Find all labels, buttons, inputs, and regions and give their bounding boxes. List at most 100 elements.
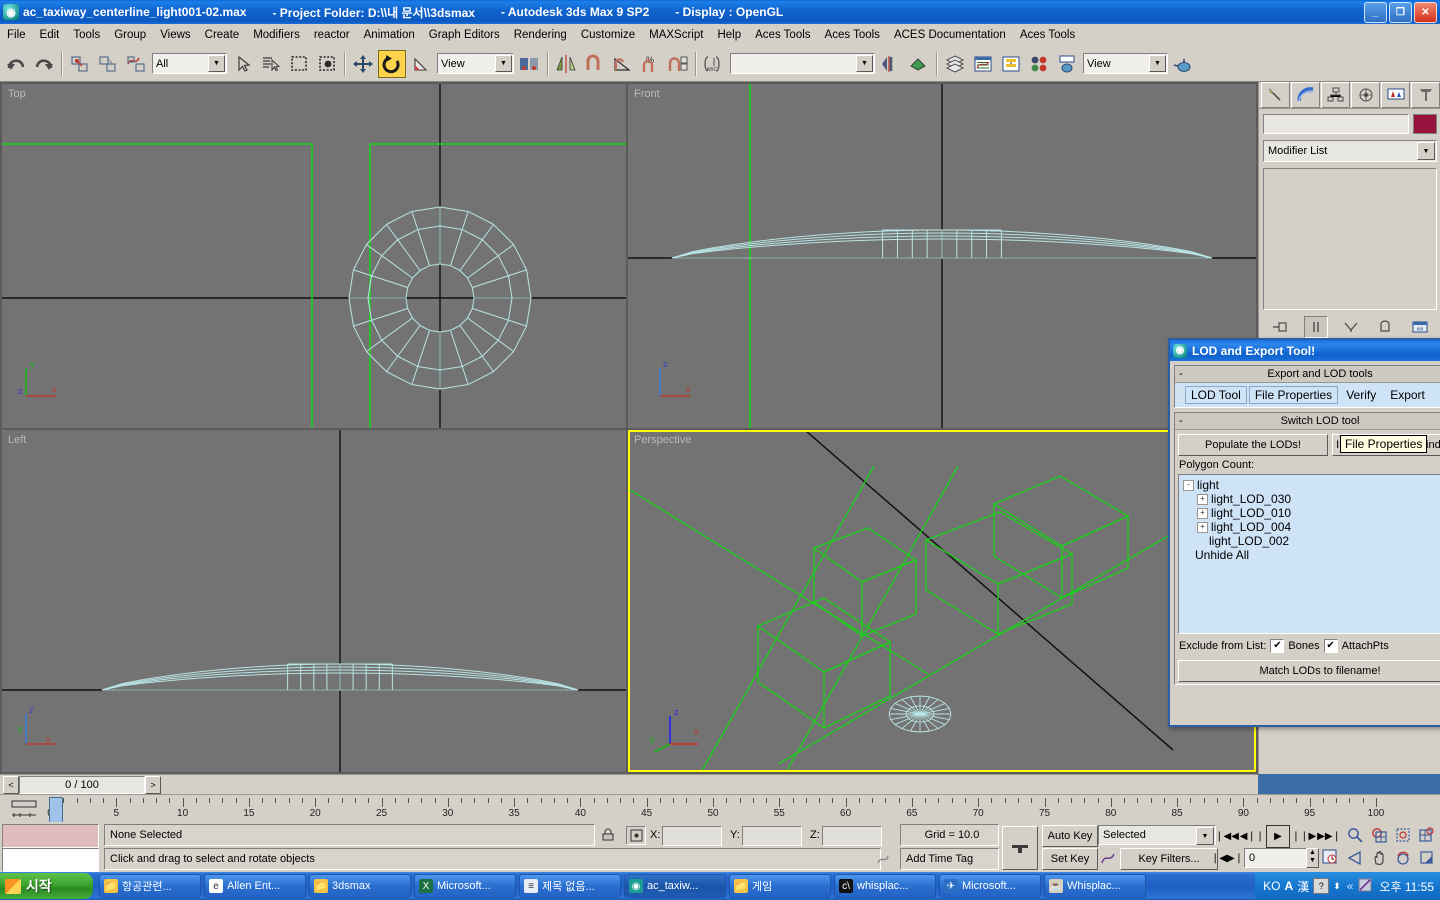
chevron-down-icon[interactable]: ▼	[1196, 827, 1214, 845]
ime-indicator[interactable]: KO A 漢 ? ⬍	[1263, 878, 1341, 895]
menu-item-aces-tools[interactable]: Aces Tools	[1013, 27, 1082, 43]
object-color-swatch[interactable]	[1413, 114, 1437, 134]
reference-coordinate-combo[interactable]: View ▼	[437, 53, 514, 74]
menu-item-aces-documentation[interactable]: ACES Documentation	[887, 27, 1013, 43]
select-by-name-icon[interactable]	[258, 51, 284, 77]
tab-verify[interactable]: Verify	[1340, 386, 1383, 404]
zoom-all-icon[interactable]	[1368, 824, 1390, 845]
taskbar-button[interactable]: ≡ 제목 없음...	[519, 874, 621, 898]
current-frame-display[interactable]: 0 / 100	[19, 776, 145, 794]
export-lod-tools-header[interactable]: - Export and LOD tools	[1175, 366, 1440, 383]
motion-tab[interactable]	[1351, 82, 1380, 108]
next-frame-icon[interactable]: ❘❘▶	[1292, 826, 1316, 847]
taskbar-button[interactable]: c\ whisplac...	[834, 874, 936, 898]
window-crossing-icon[interactable]	[314, 51, 340, 77]
taskbar-button[interactable]: 📁 게임	[729, 874, 831, 898]
object-name-field[interactable]	[1263, 114, 1409, 134]
menu-item-reactor[interactable]: reactor	[307, 27, 357, 43]
tabstrip-grip[interactable]	[1177, 387, 1181, 403]
z-coord-field[interactable]	[822, 826, 882, 846]
layer-manager-icon[interactable]	[942, 51, 968, 77]
taskbar-button[interactable]: e Allen Ent...	[204, 874, 306, 898]
y-coord-field[interactable]	[742, 826, 802, 846]
menu-item-maxscript[interactable]: MAXScript	[642, 27, 710, 43]
chevron-down-icon[interactable]: ▼	[1149, 55, 1166, 72]
goto-end-icon[interactable]: ▶▶❘	[1317, 826, 1341, 847]
remove-modifier-icon[interactable]	[1374, 317, 1396, 337]
utilities-tab[interactable]	[1411, 82, 1440, 108]
show-end-result-icon[interactable]	[1303, 316, 1328, 338]
ime-hanja-icon[interactable]: 漢	[1297, 878, 1309, 895]
select-and-rotate-icon[interactable]	[378, 49, 406, 78]
minimize-button[interactable]: _	[1364, 2, 1387, 23]
tab-file-properties[interactable]: File Properties	[1248, 386, 1339, 404]
zoom-extents-all-icon[interactable]	[1416, 824, 1438, 845]
auto-key-button[interactable]: Auto Key	[1042, 825, 1098, 847]
menu-item-rendering[interactable]: Rendering	[507, 27, 574, 43]
switch-lod-tool-header[interactable]: - Switch LOD tool	[1175, 413, 1440, 430]
menu-item-customize[interactable]: Customize	[574, 27, 642, 43]
x-coord-field[interactable]	[662, 826, 722, 846]
unlink-selection-icon[interactable]	[95, 51, 121, 77]
lod-tree-node[interactable]: Unhide All	[1183, 548, 1440, 562]
pin-stack-icon[interactable]	[1269, 317, 1291, 337]
zoom-extents-icon[interactable]	[1392, 824, 1414, 845]
use-pivot-point-center-icon[interactable]	[517, 51, 543, 77]
match-lods-to-filename-button[interactable]: Match LODs to filename!	[1178, 660, 1440, 682]
menu-item-modifiers[interactable]: Modifiers	[246, 27, 307, 43]
menu-item-create[interactable]: Create	[198, 27, 247, 43]
pan-icon[interactable]	[1368, 847, 1390, 868]
named-selection-sets-combo[interactable]: ▼	[730, 53, 875, 74]
selection-lock-icon[interactable]	[602, 828, 614, 842]
viewport-left[interactable]: Left z x y	[2, 430, 626, 772]
menu-item-views[interactable]: Views	[153, 27, 197, 43]
start-button[interactable]: 시작	[0, 873, 93, 899]
undo-icon[interactable]	[3, 51, 29, 77]
chevron-down-icon[interactable]: ▼	[856, 55, 873, 72]
ime-more-icon[interactable]: ⬍	[1333, 881, 1341, 892]
key-filter-combo[interactable]: Selected ▼	[1098, 825, 1216, 845]
lod-tree-node[interactable]: - light	[1183, 478, 1440, 492]
render-setup-icon[interactable]	[1054, 51, 1080, 77]
display-tab[interactable]	[1381, 82, 1410, 108]
menu-item-animation[interactable]: Animation	[357, 27, 422, 43]
taskbar-button[interactable]: X Microsoft...	[414, 874, 516, 898]
absolute-relative-transform-icon[interactable]	[626, 826, 646, 845]
taskbar-button[interactable]: 📁 항공관련...	[99, 874, 201, 898]
menu-item-help[interactable]: Help	[710, 27, 748, 43]
parameter-curve-icon[interactable]	[1100, 850, 1116, 866]
menu-item-aces-tools[interactable]: Aces Tools	[818, 27, 887, 43]
expand-node-icon[interactable]: +	[1197, 493, 1208, 505]
track-bar-icon[interactable]	[10, 799, 38, 819]
modifier-list-dropdown[interactable]: Modifier List ▼	[1263, 140, 1437, 162]
frame-spinner[interactable]: ▲ ▼	[1306, 848, 1319, 868]
rectangular-selection-region-icon[interactable]	[286, 51, 312, 77]
menu-item-graph-editors[interactable]: Graph Editors	[422, 27, 507, 43]
populate-lods-button[interactable]: Populate the LODs!	[1178, 434, 1328, 456]
select-and-link-icon[interactable]	[67, 51, 93, 77]
expand-node-icon[interactable]: +	[1197, 507, 1208, 519]
next-frame-spinner[interactable]: >	[145, 776, 161, 794]
play-animation-icon[interactable]: ▶	[1266, 825, 1290, 848]
time-slider[interactable]: 0510152025303540455055606570758085909510…	[0, 794, 1440, 824]
viewport-perspective[interactable]: Perspective z x y	[628, 430, 1256, 772]
rollout-collapse-icon[interactable]: -	[1179, 415, 1183, 427]
named-selection-sets-icon[interactable]: ABC	[701, 51, 727, 77]
key-mode-toggle-icon[interactable]	[1002, 826, 1038, 870]
align-selection-icon[interactable]	[906, 51, 932, 77]
taskbar-button[interactable]: ☕ Whisplac...	[1044, 874, 1146, 898]
lod-tree-node[interactable]: + light_LOD_004	[1183, 520, 1440, 534]
redo-icon[interactable]	[31, 51, 57, 77]
lod-tree-node[interactable]: + light_LOD_010	[1183, 506, 1440, 520]
spinner-snap-toggle-icon[interactable]	[665, 51, 691, 77]
lod-tree-node[interactable]: light_LOD_002	[1183, 534, 1440, 548]
selection-filter-combo[interactable]: All ▼	[152, 53, 227, 74]
bind-to-space-warp-icon[interactable]	[123, 51, 149, 77]
menu-item-file[interactable]: File	[0, 27, 33, 43]
time-configuration-icon[interactable]	[1322, 849, 1338, 865]
material-editor-icon[interactable]	[1026, 51, 1052, 77]
add-time-tag-button[interactable]: Add Time Tag	[900, 848, 999, 870]
create-tab[interactable]	[1261, 82, 1290, 108]
ime-help-icon[interactable]: ?	[1313, 878, 1330, 894]
expand-node-icon[interactable]: +	[1197, 521, 1208, 533]
